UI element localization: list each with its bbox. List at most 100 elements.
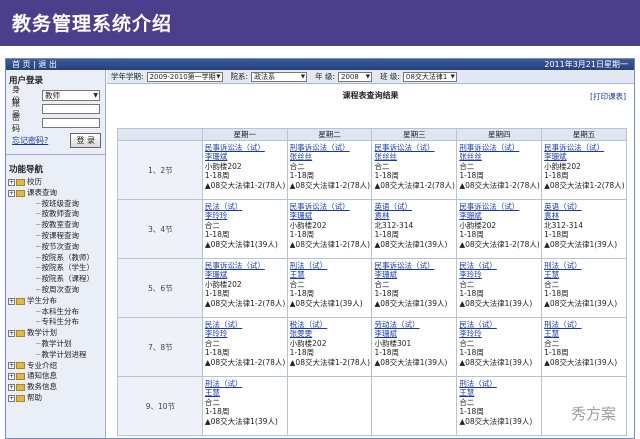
- class-select[interactable]: 08交大法律1 ▼: [402, 71, 457, 82]
- course-link[interactable]: 刑法（试）: [544, 261, 625, 270]
- course-link[interactable]: 民事诉讼法（试）: [459, 202, 540, 211]
- nav-item[interactable]: + 帮助: [8, 393, 105, 404]
- year-select[interactable]: 2009-2010第一学期 ▼: [146, 71, 223, 82]
- nav-item-label: 专业介绍: [27, 360, 57, 370]
- course-detail: ▲08交大法律1(39人): [289, 298, 363, 308]
- teacher-link[interactable]: 张丝丝: [459, 152, 540, 161]
- course-link[interactable]: 民法（试）: [459, 261, 540, 270]
- teacher-link[interactable]: 李玲玲: [459, 329, 540, 338]
- teacher-link[interactable]: 李珊斌: [374, 270, 455, 279]
- teacher-link[interactable]: 王慧: [544, 270, 625, 279]
- dept-select[interactable]: 政法系 ▼: [251, 71, 308, 82]
- course-link[interactable]: 民事诉讼法（试）: [374, 143, 455, 152]
- teacher-link[interactable]: 袁林: [374, 211, 455, 220]
- course-link[interactable]: 劳动法（试）: [374, 320, 455, 329]
- nav-subitem[interactable]: 按节次查询: [8, 242, 105, 253]
- account-input[interactable]: [42, 104, 100, 114]
- nav-item[interactable]: + 课表查询: [8, 188, 105, 199]
- teacher-link[interactable]: 张丝丝: [290, 152, 371, 161]
- nav-subitem[interactable]: 按院系（教师）: [8, 253, 105, 264]
- nav-item[interactable]: + 教务信息: [8, 382, 105, 393]
- course-detail: 1-18周: [204, 407, 230, 417]
- nav-subitem[interactable]: 按院系（课程）: [8, 274, 105, 285]
- teacher-link[interactable]: 李珊斌: [544, 152, 625, 161]
- course-detail: 1-18周: [374, 230, 400, 240]
- course-detail: ▲08交大法律1-2(78人): [459, 180, 540, 190]
- nav-subitem[interactable]: 专科生分布: [8, 317, 105, 328]
- nav-subitem[interactable]: 教学计划: [8, 339, 105, 350]
- expand-toggle-icon[interactable]: +: [8, 394, 15, 402]
- sidebar-divider: [6, 154, 105, 155]
- nav-item[interactable]: + 教学计划: [8, 328, 105, 339]
- teacher-link[interactable]: 李珊斌: [205, 152, 286, 161]
- course-detail: 合二: [289, 161, 305, 171]
- print-schedule-link[interactable]: [打印课表]: [590, 91, 626, 102]
- nav-subitem[interactable]: 按教室查询: [8, 220, 105, 231]
- course-link[interactable]: 刑法（试）: [290, 261, 371, 270]
- login-button[interactable]: 登 录: [70, 133, 101, 148]
- nav-subitem[interactable]: 教学计划进程: [8, 350, 105, 361]
- course-link[interactable]: 刑法（试）: [459, 379, 540, 388]
- teacher-link[interactable]: 李珊斌: [459, 211, 540, 220]
- course-link[interactable]: 民法（试）: [205, 202, 286, 211]
- expand-toggle-icon[interactable]: +: [8, 178, 15, 186]
- nav-heading: 功能导航: [9, 165, 44, 175]
- course-detail: ▲08交大法律1(39人): [374, 357, 448, 367]
- course-link[interactable]: 民事诉讼法（试）: [290, 202, 371, 211]
- nav-item[interactable]: + 校历: [8, 177, 105, 188]
- nav-item[interactable]: + 专业介绍: [8, 361, 105, 372]
- course-link[interactable]: 民事诉讼法（试）: [374, 261, 455, 270]
- forgot-password-link[interactable]: 忘记密码?: [12, 135, 48, 146]
- teacher-link[interactable]: 李玲玲: [205, 329, 286, 338]
- teacher-link[interactable]: 张丝丝: [374, 152, 455, 161]
- teacher-link[interactable]: 李玲玲: [205, 211, 286, 220]
- course-link[interactable]: 刑事诉讼法（试）: [290, 143, 371, 152]
- expand-toggle-icon[interactable]: +: [8, 373, 15, 381]
- course-link[interactable]: 税法（试）: [290, 320, 371, 329]
- grade-select[interactable]: 2008 ▼: [337, 71, 372, 82]
- course-link[interactable]: 刑法（试）: [205, 379, 286, 388]
- top-nav-links[interactable]: 首 页 | 退 出: [12, 60, 57, 69]
- nav-subitem[interactable]: 按院系（学生）: [8, 263, 105, 274]
- course-link[interactable]: 民法（试）: [205, 320, 286, 329]
- course-link[interactable]: 刑事诉讼法（试）: [459, 143, 540, 152]
- nav-item[interactable]: + 学生分布: [8, 296, 105, 307]
- teacher-link[interactable]: 袁林: [544, 211, 625, 220]
- teacher-link[interactable]: 王慧: [205, 388, 286, 397]
- course-link[interactable]: 英语（试）: [544, 202, 625, 211]
- nav-subitem[interactable]: 按周次查询: [8, 285, 105, 296]
- sidebar: 用户登录 身 份 教师 ▼ 账 号 密 码 忘记密码? 登 录 功能导航 + 校历 +…: [6, 70, 106, 438]
- expand-toggle-icon[interactable]: +: [8, 189, 15, 197]
- expand-toggle-icon[interactable]: +: [8, 384, 15, 392]
- teacher-link[interactable]: 李珊斌: [290, 211, 371, 220]
- nav-subitem[interactable]: 按课程查询: [8, 231, 105, 242]
- course-link[interactable]: 民事诉讼法（试）: [205, 261, 286, 270]
- nav-subitem[interactable]: 按班级查询: [8, 199, 105, 210]
- teacher-link[interactable]: 王慧: [544, 329, 625, 338]
- course-link[interactable]: 民事诉讼法（试）: [544, 143, 625, 152]
- password-input[interactable]: [42, 118, 100, 128]
- nav-subitem[interactable]: 按教师查询: [8, 209, 105, 220]
- course-detail: 合二: [459, 338, 475, 348]
- teacher-link[interactable]: 王慧: [459, 388, 540, 397]
- course-link[interactable]: 民法（试）: [459, 320, 540, 329]
- course-link[interactable]: 民事诉讼法（试）: [205, 143, 286, 152]
- role-select[interactable]: 教师 ▼: [42, 89, 100, 101]
- course-link[interactable]: 刑法（试）: [544, 320, 625, 329]
- teacher-link[interactable]: 李珊斌: [374, 329, 455, 338]
- expand-toggle-icon[interactable]: +: [8, 330, 15, 338]
- course-link[interactable]: 英语（试）: [374, 202, 455, 211]
- teacher-link[interactable]: 张雯雯: [290, 329, 371, 338]
- nav-item[interactable]: + 通知信息: [8, 371, 105, 382]
- grade-label: 年 级:: [315, 72, 335, 81]
- course-detail: ▲08交大法律1-2(78人): [289, 239, 371, 249]
- teacher-link[interactable]: 李珊斌: [205, 270, 286, 279]
- nav-subitem[interactable]: 本科生分布: [8, 307, 105, 318]
- expand-toggle-icon[interactable]: +: [8, 362, 15, 370]
- course-detail: 小韵楼202: [459, 220, 497, 230]
- teacher-link[interactable]: 李玲玲: [459, 270, 540, 279]
- teacher-link[interactable]: 王慧: [290, 270, 371, 279]
- expand-toggle-icon[interactable]: +: [8, 297, 15, 305]
- course-detail: 合二: [459, 161, 475, 171]
- course-detail: ▲08交大法律1(39人): [544, 357, 618, 367]
